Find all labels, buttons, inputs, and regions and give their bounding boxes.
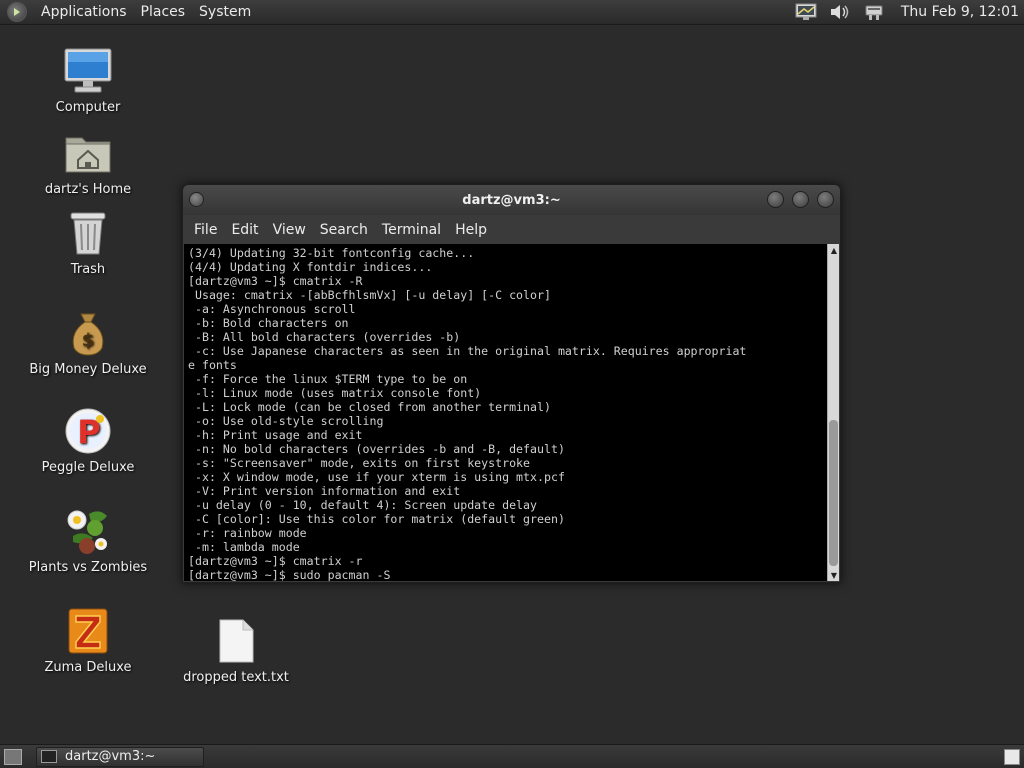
minimize-button[interactable] [767,191,784,208]
menu-system[interactable]: System [192,4,258,20]
menu-terminal[interactable]: Terminal [375,222,448,238]
peggle-icon: P [63,406,113,456]
scrollbar-thumb[interactable] [829,420,838,566]
terminal-line: -C [color]: Use this color for matrix (d… [188,512,565,526]
desktop-icon-peggle[interactable]: P Peggle Deluxe [23,406,153,475]
money-bag-icon: $ [63,308,113,358]
text-file-icon [211,616,261,666]
window-titlebar[interactable]: dartz@vm3:~ [183,185,840,215]
terminal-line: -h: Print usage and exit [188,428,363,442]
scroll-down-icon[interactable]: ▼ [828,569,840,581]
terminal-line: -a: Asynchronous scroll [188,302,356,316]
terminal-menubar: File Edit View Search Terminal Help [183,215,840,244]
terminal-line: -b: Bold characters on [188,316,349,330]
desktop-icon-label: Computer [55,100,121,115]
desktop-icon-label: Big Money Deluxe [29,362,147,377]
terminal-icon [41,750,57,763]
terminal-line: [dartz@vm3 ~]$ cmatrix -r [188,554,363,568]
terminal-line: -r: rainbow mode [188,526,307,540]
terminal-line: -c: Use Japanese characters as seen in t… [188,344,747,358]
desktop-icon-label: Peggle Deluxe [41,460,135,475]
workspace-switcher[interactable] [1004,748,1020,765]
desktop-icon-home[interactable]: dartz's Home [23,128,153,197]
terminal-line: -m: lambda mode [188,540,300,554]
desktop-icon-label: dartz's Home [44,182,132,197]
terminal-line: -f: Force the linux $TERM type to be on [188,372,468,386]
volume-icon[interactable] [828,2,852,22]
desktop-icon-trash[interactable]: Trash [23,208,153,277]
terminal-line: (3/4) Updating 32-bit fontconfig cache..… [188,246,475,260]
maximize-button[interactable] [792,191,809,208]
trash-icon [63,208,113,258]
system-tray: Thu Feb 9, 12:01 [789,0,1024,25]
desktop-icon-plants-vs-zombies[interactable]: Plants vs Zombies [23,506,153,575]
taskbar-item-terminal[interactable]: dartz@vm3:~ [36,746,204,767]
bottom-panel: dartz@vm3:~ [0,744,1024,768]
terminal-line: [dartz@vm3 ~]$ cmatrix -R [188,274,363,288]
desktop-icon-label: Zuma Deluxe [44,660,132,675]
terminal-line: -V: Print version information and exit [188,484,461,498]
menu-view[interactable]: View [266,222,313,238]
display-icon[interactable] [794,2,818,22]
menu-places[interactable]: Places [134,4,193,20]
terminal-window[interactable]: dartz@vm3:~ File Edit View Search Termin… [182,184,841,583]
terminal-line: [dartz@vm3 ~]$ sudo pacman -S [188,568,391,581]
terminal-line: -B: All bold characters (overrides -b) [188,330,461,344]
terminal-line: -u delay (0 - 10, default 4): Screen upd… [188,498,538,512]
terminal-line: (4/4) Updating X fontdir indices... [188,260,433,274]
desktop-icon-computer[interactable]: Computer [23,46,153,115]
svg-text:$: $ [82,330,95,351]
terminal-line: Usage: cmatrix -[abBcfhlsmVx] [-u delay]… [188,288,551,302]
zuma-icon [63,606,113,656]
scroll-up-icon[interactable]: ▲ [828,244,840,256]
window-title: dartz@vm3:~ [462,192,561,208]
menu-search[interactable]: Search [313,222,375,238]
show-desktop-icon[interactable] [4,748,22,765]
desktop-icon-big-money[interactable]: $ Big Money Deluxe [23,308,153,377]
menu-edit[interactable]: Edit [224,222,265,238]
menu-file[interactable]: File [187,222,224,238]
desktop-icon-label: Plants vs Zombies [28,560,148,575]
plants-icon [63,506,113,556]
terminal-line: -L: Lock mode (can be closed from anothe… [188,400,551,414]
close-button[interactable] [817,191,834,208]
terminal-line: -x: X window mode, use if your xterm is … [188,470,565,484]
clock[interactable]: Thu Feb 9, 12:01 [891,4,1024,20]
terminal-body[interactable]: (3/4) Updating 32-bit fontconfig cache..… [184,244,839,581]
network-icon[interactable] [862,2,886,22]
top-panel: Applications Places System Thu Feb 9, 12… [0,0,1024,25]
home-folder-icon [63,128,113,178]
computer-icon [63,46,113,96]
menu-applications[interactable]: Applications [34,4,134,20]
terminal-line: -l: Linux mode (uses matrix console font… [188,386,482,400]
terminal-output[interactable]: (3/4) Updating 32-bit fontconfig cache..… [184,244,827,581]
terminal-line: -s: "Screensaver" mode, exits on first k… [188,456,531,470]
applications-logo-icon[interactable] [7,2,27,22]
taskbar-item-label: dartz@vm3:~ [65,749,156,764]
desktop-icon-zuma[interactable]: Zuma Deluxe [23,606,153,675]
menu-help[interactable]: Help [448,222,494,238]
terminal-scrollbar[interactable]: ▲ ▼ [827,244,839,581]
terminal-line: e fonts [188,358,237,372]
desktop-icon-dropped-text[interactable]: dropped text.txt [171,616,301,685]
desktop-icon-label: dropped text.txt [183,670,289,685]
terminal-line: -o: Use old-style scrolling [188,414,384,428]
terminal-line: -n: No bold characters (overrides -b and… [188,442,565,456]
desktop-icon-label: Trash [70,262,106,277]
